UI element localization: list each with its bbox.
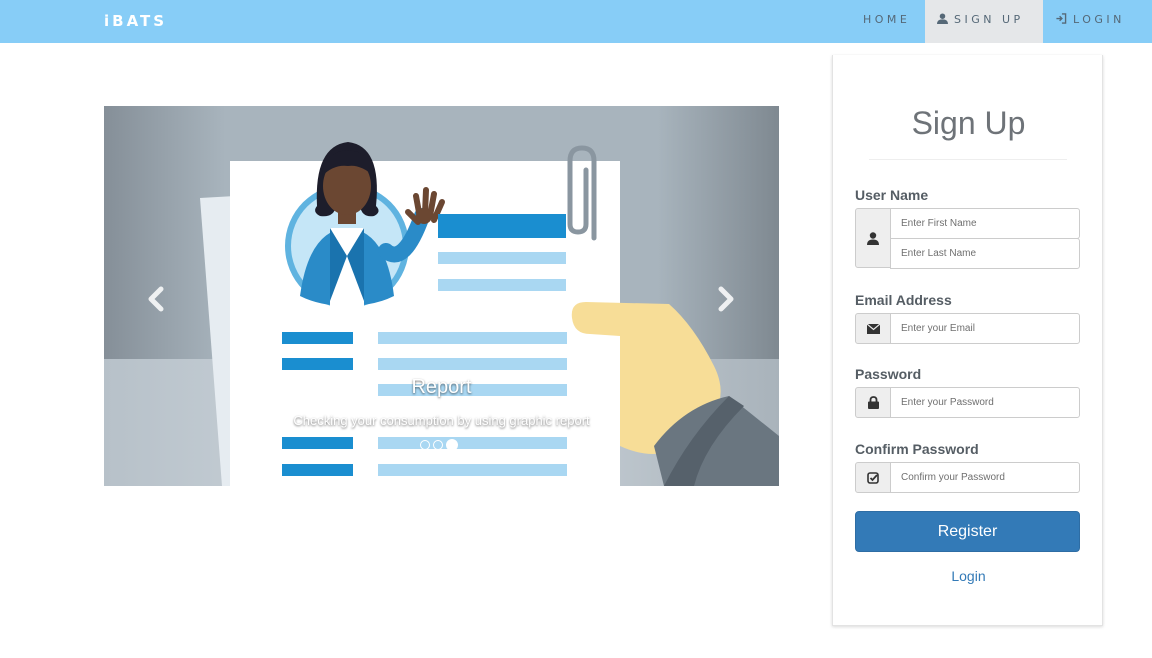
confirm-password-label: Confirm Password: [855, 441, 979, 457]
check-square-icon: [867, 471, 879, 484]
email-input[interactable]: Enter your Email: [890, 313, 1080, 344]
password-input[interactable]: Enter your Password: [890, 387, 1080, 418]
email-addon: [855, 313, 891, 344]
first-name-input[interactable]: Enter First Name: [890, 208, 1080, 239]
carousel-next-button[interactable]: [710, 284, 740, 314]
confirm-password-addon: [855, 462, 891, 493]
nav-login-label: LOGIN: [1073, 13, 1125, 26]
user-icon: [867, 231, 879, 245]
top-navbar: iBATS HOME SIGN UP LOGIN: [0, 0, 1152, 43]
nav-home-label: HOME: [863, 13, 911, 26]
email-label: Email Address: [855, 292, 952, 308]
chevron-right-icon: [718, 286, 734, 312]
image-carousel[interactable]: Report Checking your consumption by usin…: [104, 106, 779, 486]
carousel-indicator-2[interactable]: [433, 440, 443, 450]
user-icon: [937, 12, 948, 24]
carousel-caption-text: Checking your consumption by using graph…: [293, 413, 590, 428]
carousel-prev-button[interactable]: [142, 284, 172, 314]
nav-login-link[interactable]: LOGIN: [1043, 0, 1152, 43]
nav-signup-link[interactable]: SIGN UP: [925, 0, 1043, 43]
report-illustration: [104, 106, 779, 486]
brand-logo[interactable]: iBATS: [104, 12, 167, 30]
envelope-icon: [866, 323, 880, 334]
signup-panel: Sign Up User Name Enter First Name Enter…: [832, 55, 1103, 626]
register-button[interactable]: Register: [855, 511, 1080, 552]
carousel-caption-title: Report: [411, 376, 472, 398]
chevron-left-icon: [148, 286, 164, 312]
title-divider: [869, 159, 1067, 160]
lock-icon: [867, 396, 879, 409]
signup-title: Sign Up: [911, 105, 1026, 141]
password-label: Password: [855, 366, 922, 382]
username-addon: [855, 208, 891, 268]
nav-home-link[interactable]: HOME: [851, 0, 925, 43]
carousel-indicator-1[interactable]: [420, 440, 430, 450]
confirm-password-input[interactable]: Confirm your Password: [890, 462, 1080, 493]
sign-in-icon: [1056, 12, 1067, 24]
password-addon: [855, 387, 891, 418]
last-name-input[interactable]: Enter Last Name: [890, 238, 1080, 269]
carousel-indicator-3[interactable]: [446, 439, 458, 451]
nav-signup-label: SIGN UP: [954, 13, 1024, 26]
username-label: User Name: [855, 187, 929, 203]
carousel-indicators: [420, 439, 458, 452]
login-link[interactable]: Login: [833, 568, 1104, 584]
